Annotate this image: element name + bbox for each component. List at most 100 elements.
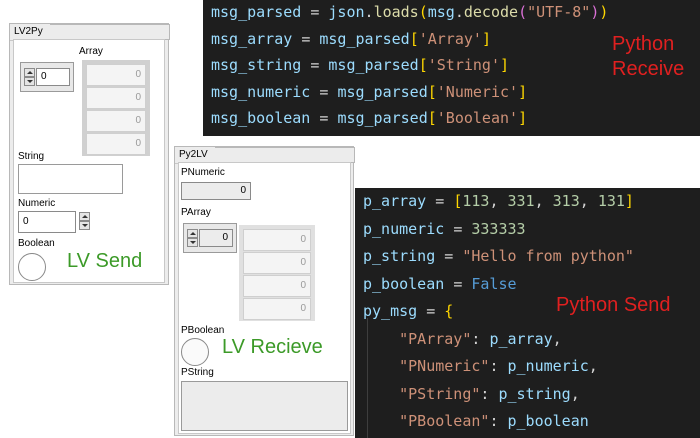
code-token: 331 <box>507 192 535 210</box>
code-token: "PArray" <box>399 329 472 348</box>
lv2py-panel: Array 0 0 0 0 0 String Numeric 0 Boolean <box>13 39 165 283</box>
increment-arrow-icon[interactable] <box>79 212 90 221</box>
parray-index-input[interactable]: 0 <box>199 229 233 247</box>
code-token: : <box>489 412 508 430</box>
code-line: "PNumeric": p_numeric, <box>363 357 598 375</box>
pstring-indicator <box>181 381 348 431</box>
code-token: [ <box>427 82 437 101</box>
code-line: msg_array = msg_parsed['Array'] <box>211 30 491 48</box>
code-token: p_string <box>498 384 571 403</box>
numeric-input[interactable]: 0 <box>18 211 76 233</box>
array-element[interactable]: 0 <box>86 133 146 155</box>
code-token: p_boolean <box>507 412 589 430</box>
code-token: [ <box>427 109 437 127</box>
string-input[interactable] <box>18 164 123 194</box>
code-line: p_array = [113, 331, 313, 131] <box>363 192 634 210</box>
code-token: = <box>435 192 454 210</box>
array-index-stepper[interactable] <box>24 68 35 86</box>
array-element[interactable]: 0 <box>86 110 146 132</box>
parray-element: 0 <box>243 298 311 320</box>
code-token: : <box>471 329 490 348</box>
pstring-label: PString <box>181 367 214 378</box>
code-token: ] <box>518 109 528 127</box>
py2lv-panel: PNumeric 0 PArray 0 0 0 0 0 PBoolean PSt… <box>178 162 351 434</box>
code-token: p_boolean <box>363 274 454 293</box>
code-token: . <box>454 3 464 21</box>
numeric-stepper[interactable] <box>79 212 90 230</box>
increment-arrow-icon[interactable] <box>24 68 35 77</box>
code-line: "PBoolean": p_boolean <box>363 412 589 430</box>
code-token: : <box>480 384 499 403</box>
code-token: p_numeric <box>363 219 454 238</box>
array-index-input[interactable]: 0 <box>36 68 70 86</box>
lv-recieve-caption: LV Recieve <box>222 336 323 358</box>
array-label: Array <box>79 46 103 57</box>
code-token: 333333 <box>471 219 526 238</box>
pboolean-led <box>181 338 209 366</box>
parray-index-stepper[interactable] <box>187 229 198 247</box>
increment-arrow-icon[interactable] <box>187 229 198 238</box>
code-token: ( <box>418 3 428 21</box>
array-element[interactable]: 0 <box>86 87 146 109</box>
code-token: , <box>579 192 598 210</box>
cluster-tab <box>215 147 355 163</box>
code-token: = <box>453 274 472 293</box>
numeric-label: Numeric <box>18 198 56 209</box>
cluster-tab <box>50 24 170 40</box>
code-token: msg_numeric <box>211 82 320 101</box>
boolean-led-button[interactable] <box>18 253 46 281</box>
code-token: ] <box>500 56 510 74</box>
code-token: = <box>319 82 338 101</box>
py2lv-cluster: Py2LV PNumeric 0 PArray 0 0 0 0 0 PBoole… <box>174 146 355 436</box>
code-token: = <box>426 302 445 320</box>
code-token: msg_parsed <box>319 29 410 48</box>
code-token: , <box>588 357 598 375</box>
array-element[interactable]: 0 <box>86 64 146 86</box>
code-token: msg_boolean <box>211 109 320 127</box>
code-token: = <box>453 219 472 238</box>
code-token: False <box>471 274 517 293</box>
decrement-arrow-icon[interactable] <box>187 238 198 247</box>
pboolean-label: PBoolean <box>181 325 225 336</box>
code-token: p_numeric <box>507 357 589 375</box>
code-token: , <box>534 192 553 210</box>
code-token: ) <box>599 3 609 21</box>
python-send-caption: Python Send <box>556 294 671 316</box>
decrement-arrow-icon[interactable] <box>24 77 35 86</box>
code-line: msg_boolean = msg_parsed['Boolean'] <box>211 109 527 127</box>
parray-element: 0 <box>243 229 311 251</box>
code-token: = <box>310 56 329 74</box>
code-token: json <box>328 3 365 21</box>
code-line: msg_parsed = json.loads(msg.decode("UTF-… <box>211 3 608 21</box>
python-receive-caption-line1: Python <box>612 33 675 55</box>
lv2py-cluster: LV2Py Array 0 0 0 0 0 String Numeric 0 B… <box>9 23 170 285</box>
code-token: "Hello from python" <box>462 247 634 265</box>
code-token: msg_string <box>211 56 311 74</box>
code-token: ] <box>481 29 491 48</box>
code-line: p_string = "Hello from python" <box>363 247 634 265</box>
code-token: 'Array' <box>418 29 482 48</box>
code-token: , <box>570 384 580 403</box>
code-token: "UTF-8" <box>527 3 591 21</box>
parray-element: 0 <box>243 252 311 274</box>
pnumeric-label: PNumeric <box>181 167 225 178</box>
code-token: = <box>444 247 463 265</box>
code-token: [ <box>453 192 463 210</box>
code-token: ) <box>590 3 600 21</box>
code-token: "PBoolean" <box>399 412 490 430</box>
code-token: ( <box>518 3 528 21</box>
pnumeric-indicator: 0 <box>181 182 251 200</box>
code-token: msg_array <box>211 29 302 48</box>
code-token: loads <box>373 3 419 21</box>
code-line: msg_numeric = msg_parsed['Numeric'] <box>211 83 527 101</box>
code-token: , <box>489 192 508 210</box>
decrement-arrow-icon[interactable] <box>79 221 90 230</box>
code-token: "PString" <box>399 384 481 403</box>
code-token: p_array <box>489 329 553 348</box>
boolean-label: Boolean <box>18 238 55 249</box>
code-token: p_string <box>363 247 445 265</box>
